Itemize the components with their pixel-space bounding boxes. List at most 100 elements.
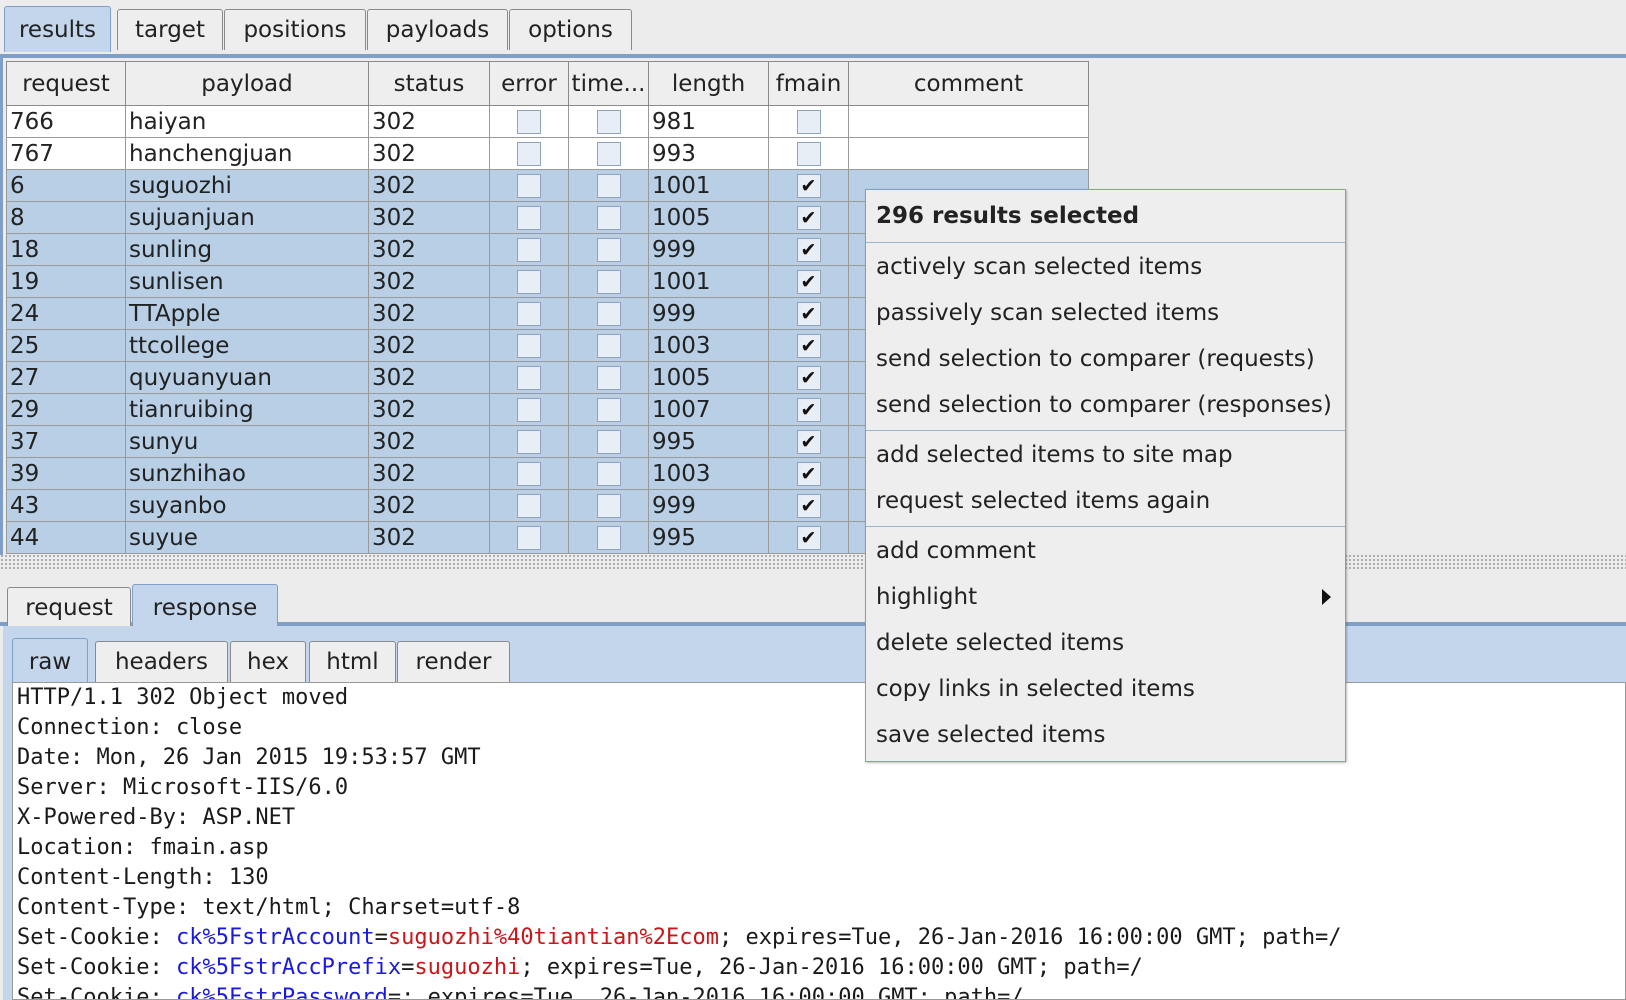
menu-item-add-to-site-map[interactable]: add selected items to site map <box>866 434 1345 476</box>
timeout-cell <box>568 201 649 234</box>
pane-splitter[interactable] <box>0 555 1626 569</box>
request-cell: 43 <box>6 489 126 522</box>
raw-line: Set-Cookie: ck%5FstrAccount=suguozhi%40t… <box>13 923 1625 953</box>
length-cell: 1005 <box>648 361 769 394</box>
column-header-comment[interactable]: comment <box>848 61 1089 106</box>
payload-cell: hanchengjuan <box>125 137 369 170</box>
tab-label: response <box>152 594 258 621</box>
length-cell: 999 <box>648 233 769 266</box>
menu-item-request-again[interactable]: request selected items again <box>866 480 1345 522</box>
tab-request[interactable]: request <box>7 587 131 628</box>
payload-cell: haiyan <box>125 105 369 138</box>
tab-options[interactable]: options <box>509 9 632 50</box>
timeout-cell <box>568 137 649 170</box>
column-header-length[interactable]: length <box>648 61 769 106</box>
table-row[interactable]: 766 haiyan 302 981 <box>6 105 1089 138</box>
menu-item-active-scan[interactable]: actively scan selected items <box>866 246 1345 288</box>
column-header-status[interactable]: status <box>368 61 490 106</box>
menu-item-add-comment[interactable]: add comment <box>866 530 1345 572</box>
menu-item-label: highlight <box>876 584 978 610</box>
menu-item-highlight[interactable]: highlight <box>866 576 1345 618</box>
fmain-cell: ✔ <box>768 393 849 426</box>
table-row[interactable]: 767 hanchengjuan 302 993 <box>6 137 1089 170</box>
error-checkbox <box>517 174 541 198</box>
timeout-checkbox <box>596 238 621 262</box>
raw-response-text[interactable]: HTTP/1.1 302 Object moved Connection: clo… <box>12 682 1626 1000</box>
tab-label: payloads <box>385 17 490 43</box>
error-cell <box>489 137 569 170</box>
fmain-cell: ✔ <box>768 297 849 330</box>
menu-item-passive-scan[interactable]: passively scan selected items <box>866 292 1345 334</box>
payload-cell: suyanbo <box>125 489 369 522</box>
menu-item-compare-responses[interactable]: send selection to comparer (responses) <box>866 384 1345 426</box>
tab-headers[interactable]: headers <box>95 641 228 682</box>
tab-render[interactable]: render <box>397 641 510 682</box>
timeout-checkbox <box>596 174 621 198</box>
error-checkbox <box>517 334 541 358</box>
tab-label: options <box>528 17 613 43</box>
raw-line: Connection: close <box>13 713 1625 743</box>
fmain-checkbox: ✔ <box>796 270 821 294</box>
fmain-cell: ✔ <box>768 425 849 458</box>
tab-label: target <box>135 17 205 43</box>
payload-cell: tianruibing <box>125 393 369 426</box>
results-table-panel: request payload status error time... len… <box>0 58 1626 555</box>
request-cell: 29 <box>6 393 126 426</box>
tab-results[interactable]: results <box>4 6 111 52</box>
timeout-cell <box>568 393 649 426</box>
error-cell <box>489 361 569 394</box>
raw-text: HTTP/1.1 302 Object moved <box>17 685 349 710</box>
length-cell: 1005 <box>648 201 769 234</box>
tab-response[interactable]: response <box>132 584 278 630</box>
error-checkbox <box>517 238 541 262</box>
raw-line: HTTP/1.1 302 Object moved <box>13 683 1625 713</box>
payload-cell: sunlisen <box>125 265 369 298</box>
length-cell: 981 <box>648 105 769 138</box>
menu-item-compare-requests[interactable]: send selection to comparer (requests) <box>866 338 1345 380</box>
request-cell: 27 <box>6 361 126 394</box>
column-header-timeout[interactable]: time... <box>568 61 649 106</box>
error-cell <box>489 329 569 362</box>
cookie-name: ck%5FstrAccPrefix <box>175 955 402 980</box>
timeout-cell <box>568 457 649 490</box>
error-cell <box>489 457 569 490</box>
tab-label: render <box>415 649 492 675</box>
payload-cell: sunzhihao <box>125 457 369 490</box>
column-header-error[interactable]: error <box>489 61 569 106</box>
tab-html[interactable]: html <box>309 641 396 682</box>
menu-item-copy-links[interactable]: copy links in selected items <box>866 668 1345 710</box>
cookie-name: ck%5FstrAccount <box>175 925 375 950</box>
timeout-cell <box>568 265 649 298</box>
raw-text: Set-Cookie: <box>17 925 176 950</box>
status-cell: 302 <box>368 425 490 458</box>
detail-tab-bar: request response <box>0 578 1626 630</box>
tab-hex[interactable]: hex <box>230 641 306 682</box>
fmain-cell: ✔ <box>768 329 849 362</box>
column-header-payload[interactable]: payload <box>125 61 369 106</box>
column-header-request[interactable]: request <box>6 61 126 106</box>
timeout-checkbox <box>596 334 621 358</box>
length-cell: 995 <box>648 521 769 554</box>
error-cell <box>489 265 569 298</box>
error-cell <box>489 105 569 138</box>
tab-positions[interactable]: positions <box>224 9 366 50</box>
column-header-fmain[interactable]: fmain <box>768 61 849 106</box>
tab-target[interactable]: target <box>117 9 223 50</box>
raw-text: Connection: close <box>17 715 243 740</box>
raw-text: X-Powered-By: ASP.NET <box>17 805 296 830</box>
timeout-cell <box>568 105 649 138</box>
menu-item-save[interactable]: save selected items <box>866 714 1345 756</box>
payload-cell: TTApple <box>125 297 369 330</box>
request-cell: 766 <box>6 105 126 138</box>
timeout-cell <box>568 489 649 522</box>
timeout-cell <box>568 169 649 202</box>
error-checkbox <box>517 494 541 518</box>
error-checkbox <box>517 142 541 166</box>
fmain-checkbox: ✔ <box>796 462 821 486</box>
raw-text: =; expires=Tue, 26-Jan-2016 16:00:00 GMT… <box>387 985 1024 1000</box>
menu-item-delete[interactable]: delete selected items <box>866 622 1345 664</box>
tab-payloads[interactable]: payloads <box>367 9 508 50</box>
tab-raw[interactable]: raw <box>12 638 88 684</box>
error-checkbox <box>517 526 541 550</box>
fmain-cell <box>768 105 849 138</box>
